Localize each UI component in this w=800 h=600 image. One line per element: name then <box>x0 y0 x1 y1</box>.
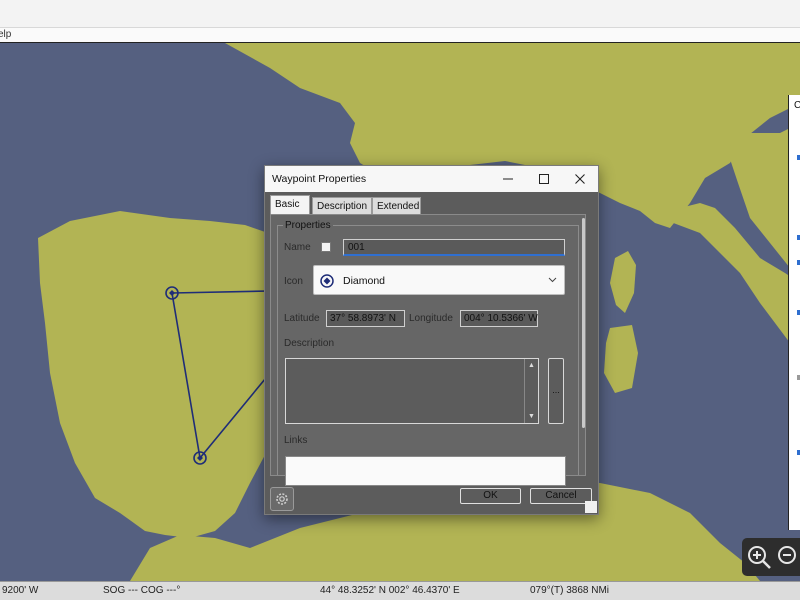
zoom-in-button[interactable] <box>746 544 772 570</box>
zoom-out-button[interactable] <box>776 544 800 570</box>
links-list[interactable] <box>285 456 566 486</box>
tab-extended[interactable]: Extended <box>372 197 421 215</box>
diamond-icon <box>320 274 334 288</box>
settings-button[interactable] <box>270 487 294 511</box>
latitude-label: Latitude <box>284 313 320 324</box>
icon-label: Icon <box>284 276 303 287</box>
browser-top-strip <box>0 0 800 28</box>
description-more-button[interactable]: ... <box>548 358 564 424</box>
minimize-icon <box>503 178 513 180</box>
zoom-in-icon <box>748 546 771 569</box>
longitude-label: Longitude <box>409 313 453 324</box>
minimize-button[interactable] <box>490 166 526 192</box>
scroll-up-icon[interactable]: ▲ <box>528 362 535 369</box>
dialog-title: Waypoint Properties <box>272 173 367 185</box>
panel-label: C <box>794 100 800 111</box>
status-position: 44° 48.3252' N 002° 46.4370' E <box>320 585 460 596</box>
tab-description[interactable]: Description <box>312 197 372 215</box>
longitude-field[interactable]: 004° 10.5366' W <box>460 310 538 327</box>
status-bearing-distance: 079°(T) 3868 NMi <box>530 585 610 596</box>
links-label: Links <box>284 435 308 446</box>
zoom-out-icon <box>778 546 796 564</box>
name-input[interactable]: 001 <box>343 239 565 256</box>
menu-help[interactable]: elp <box>0 29 11 40</box>
close-button[interactable] <box>562 166 598 192</box>
panel-scrollbar[interactable] <box>580 216 586 476</box>
scroll-down-icon[interactable]: ▼ <box>528 413 535 420</box>
status-cursor-lon: 9200' W <box>2 585 39 596</box>
name-label: Name <box>284 242 311 253</box>
ok-button[interactable]: OK <box>460 488 521 504</box>
properties-groupbox <box>277 225 579 475</box>
status-sog-cog: SOG --- COG ---° <box>103 585 181 596</box>
menu-bar: elp <box>0 28 800 43</box>
name-show-checkbox[interactable] <box>321 242 331 252</box>
resize-grip[interactable] <box>585 501 597 513</box>
zoom-controls <box>742 538 800 576</box>
properties-group-title: Properties <box>283 220 333 231</box>
dialog-titlebar[interactable]: Waypoint Properties <box>265 166 598 192</box>
waypoint-properties-dialog: Waypoint Properties Basic Description Ex… <box>264 165 599 515</box>
description-label: Description <box>284 338 335 349</box>
close-icon <box>575 174 585 184</box>
description-scrollbar[interactable]: ▲ ▼ <box>524 359 538 423</box>
icon-select-value: Diamond <box>343 275 386 287</box>
latitude-field[interactable]: 37° 58.8973' N <box>326 310 405 327</box>
gear-icon <box>276 493 288 505</box>
chevron-down-icon <box>548 277 557 283</box>
status-bar: 9200' W SOG --- COG ---° 44° 48.3252' N … <box>0 581 800 600</box>
panel-scroll-thumb[interactable] <box>582 218 585 428</box>
maximize-icon <box>539 174 549 184</box>
icon-select[interactable]: Diamond <box>313 265 565 295</box>
cancel-button[interactable]: Cancel <box>530 488 592 504</box>
maximize-button[interactable] <box>526 166 562 192</box>
description-textarea[interactable]: ▲ ▼ <box>285 358 539 424</box>
tab-basic[interactable]: Basic <box>270 195 310 215</box>
route-manager-panel: C <box>788 95 800 530</box>
